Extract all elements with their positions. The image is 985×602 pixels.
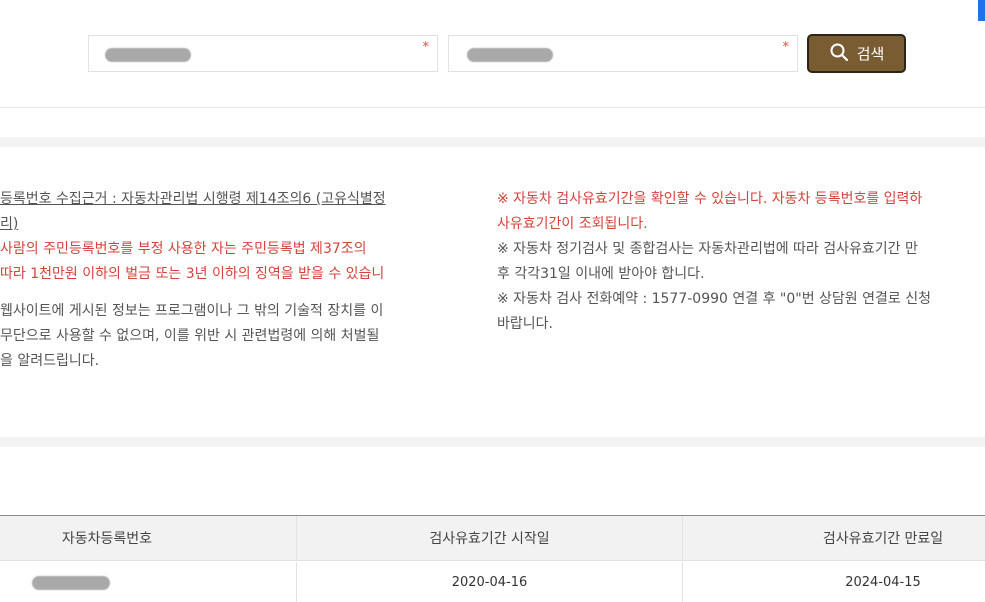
cell-end-date: 2024-04-15 bbox=[845, 575, 921, 590]
guide-highlight: ※ 자동차 검사유효기간을 확인할 수 있습니다. 자동차 등록번호를 입력하 bbox=[497, 191, 923, 207]
penalty-warning: 사람의 주민등록번호를 부정 사용한 자는 주민등록법 제37조의 bbox=[0, 241, 367, 257]
inspection-guide: ※ 자동차 검사유효기간을 확인할 수 있습니다. 자동차 등록번호를 입력하 … bbox=[497, 187, 985, 337]
legal-basis-link[interactable]: 등록번호 수집근거 : 자동차관리법 시행령 제14조의6 (고유식별정 bbox=[0, 187, 460, 212]
privacy-notice: 등록번호 수집근거 : 자동차관리법 시행령 제14조의6 (고유식별정 리) … bbox=[0, 187, 460, 374]
legal-basis-link-cont[interactable]: 리) bbox=[0, 212, 460, 237]
required-mark: * bbox=[422, 40, 430, 55]
guide-phone-reservation: ※ 자동차 검사 전화예약 : 1577-0990 연결 후 "0"번 상담원 … bbox=[497, 291, 931, 307]
copyright-notice-cont: 무단으로 사용할 수 없으며, 이를 위반 시 관련법령에 의해 처벌될 bbox=[0, 328, 380, 344]
guide-phone-reservation-cont: 바랍니다. bbox=[497, 316, 553, 332]
notice-panel: 등록번호 수집근거 : 자동차관리법 시행령 제14조의6 (고유식별정 리) … bbox=[0, 137, 985, 447]
masked-value bbox=[467, 48, 553, 62]
header-end-date: 검사유효기간 만료일 bbox=[822, 531, 944, 547]
penalty-warning-cont: 따라 1천만원 이하의 벌금 또는 3년 이하의 징역을 받을 수 있습니 bbox=[0, 266, 385, 282]
required-mark: * bbox=[782, 40, 790, 55]
plate-number-input[interactable]: * bbox=[88, 35, 438, 72]
guide-highlight-cont: 사유효기간이 조회됩니다. bbox=[497, 216, 648, 232]
copyright-notice: 웹사이트에 게시된 정보는 프로그램이나 그 밖의 기술적 장치를 이 bbox=[0, 303, 384, 319]
masked-plate-number bbox=[32, 575, 110, 590]
table-row: 2020-04-16 2024-04-15 bbox=[0, 562, 985, 602]
vin-input[interactable]: * bbox=[448, 35, 798, 72]
search-button[interactable]: 검색 bbox=[807, 34, 906, 73]
search-bar: * * 검색 bbox=[0, 0, 985, 108]
guide-inspection-period-cont: 후 각각31일 이내에 받아야 합니다. bbox=[497, 266, 705, 282]
search-icon bbox=[829, 42, 849, 66]
cell-start-date: 2020-04-16 bbox=[297, 562, 683, 602]
header-start-date: 검사유효기간 시작일 bbox=[297, 516, 683, 560]
table-header-row: 자동차등록번호 검사유효기간 시작일 검사유효기간 만료일 bbox=[0, 516, 985, 561]
header-plate-number: 자동차등록번호 bbox=[0, 516, 297, 560]
search-button-label: 검색 bbox=[856, 45, 885, 63]
results-table: 자동차등록번호 검사유효기간 시작일 검사유효기간 만료일 2020-04-16… bbox=[0, 515, 985, 602]
cell-plate-number bbox=[0, 562, 297, 602]
masked-value bbox=[105, 48, 191, 62]
guide-inspection-period: ※ 자동차 정기검사 및 종합검사는 자동차관리법에 따라 검사유효기간 만 bbox=[497, 241, 918, 257]
copyright-notice-end: 을 알려드립니다. bbox=[0, 353, 100, 369]
